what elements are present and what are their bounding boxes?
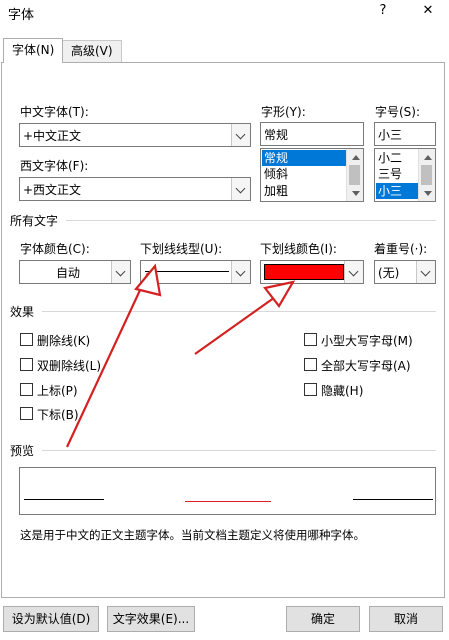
annotation-arrow-line	[194, 289, 286, 355]
annotation-arrowhead	[134, 263, 162, 297]
tab-font[interactable]: 字体(N)	[3, 38, 64, 63]
annotation-arrows	[66, 263, 296, 448]
annotation-arrow-line	[66, 272, 149, 448]
